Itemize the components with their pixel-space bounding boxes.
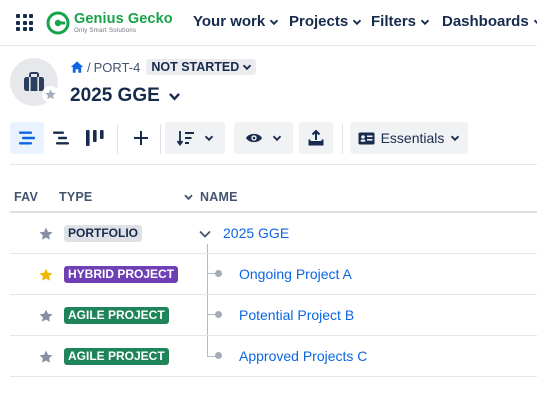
breadcrumb: / PORT-4 NOT STARTED [70, 58, 257, 76]
type-badge: HYBRID PROJECT [64, 266, 179, 283]
column-header-fav[interactable]: FAV [14, 190, 38, 204]
export-button[interactable] [299, 122, 333, 154]
chevron-down-icon [533, 19, 537, 24]
sort-button[interactable] [165, 122, 225, 154]
briefcase-icon [24, 72, 44, 91]
nav-filters[interactable]: Filters [371, 13, 430, 30]
page-title-text: 2025 GGE [70, 85, 160, 106]
type-badge: AGILE PROJECT [64, 307, 169, 324]
chevron-down-icon [272, 135, 282, 142]
favorite-star-button[interactable] [42, 86, 59, 103]
export-icon [308, 130, 324, 146]
column-header-type[interactable]: TYPE [59, 190, 92, 204]
essentials-dropdown[interactable]: Essentials [350, 122, 468, 154]
chevron-down-icon [353, 19, 362, 25]
row-divider [10, 376, 537, 377]
table-row[interactable]: HYBRID PROJECT Ongoing Project A [10, 254, 537, 295]
column-header-name[interactable]: NAME [183, 190, 238, 204]
breadcrumb-separator: / [87, 59, 91, 75]
row-name-link[interactable]: Approved Projects C [239, 348, 367, 364]
board-view-button[interactable] [78, 122, 112, 154]
column-header-name-label: NAME [200, 190, 238, 204]
brand-logo[interactable]: Genius Gecko Only Smart Solutions [46, 8, 196, 38]
chevron-down-icon [420, 19, 430, 25]
row-name-link[interactable]: Potential Project B [239, 307, 354, 323]
nav-projects-label: Projects [289, 13, 349, 30]
home-icon[interactable] [70, 60, 84, 74]
star-outline-icon [45, 89, 56, 100]
sort-icon [176, 131, 194, 146]
row-name-link[interactable]: Ongoing Project A [239, 266, 352, 282]
table-row[interactable]: AGILE PROJECT Approved Projects C [10, 336, 537, 377]
type-badge: AGILE PROJECT [64, 348, 169, 365]
board-view-icon [86, 130, 104, 146]
essentials-label: Essentials [380, 130, 445, 146]
star-icon[interactable] [38, 267, 54, 283]
toolbar-divider [117, 124, 118, 154]
star-icon[interactable] [38, 349, 54, 365]
tree-view-icon [53, 131, 69, 145]
table-row[interactable]: PORTFOLIO 2025 GGE [10, 213, 537, 254]
page-title[interactable]: 2025 GGE [70, 84, 181, 108]
app-grid-icon[interactable] [16, 14, 33, 31]
top-navigation: Genius Gecko Only Smart Solutions Your w… [0, 0, 537, 46]
toolbar-divider [160, 124, 161, 154]
brand-tagline: Only Smart Solutions [74, 28, 137, 35]
table-row[interactable]: AGILE PROJECT Potential Project B [10, 295, 537, 336]
chevron-down-icon [168, 92, 180, 101]
nav-dashboards[interactable]: Dashboards [442, 13, 537, 30]
row-name-link[interactable]: 2025 GGE [223, 225, 289, 241]
add-button[interactable] [124, 122, 158, 154]
list-view-icon [19, 131, 35, 145]
nav-your-work[interactable]: Your work [193, 13, 279, 30]
tree-view-button[interactable] [44, 122, 78, 154]
chevron-down-icon[interactable] [183, 192, 194, 202]
status-label: NOT STARTED [151, 60, 240, 74]
toolbar-divider-line [10, 164, 537, 165]
chevron-down-icon [270, 19, 279, 25]
list-view-button[interactable] [10, 122, 44, 154]
toolbar-divider [342, 124, 343, 154]
star-icon[interactable] [38, 308, 54, 324]
plus-icon [134, 131, 148, 145]
nav-filters-label: Filters [371, 13, 417, 30]
nav-your-work-label: Your work [193, 13, 266, 30]
brand-name: Genius Gecko [74, 10, 173, 27]
nav-projects[interactable]: Projects [289, 13, 362, 30]
chevron-down-icon [243, 64, 252, 71]
view-options-button[interactable] [234, 122, 293, 154]
id-card-icon [358, 132, 375, 144]
nav-dashboards-label: Dashboards [442, 13, 529, 30]
status-dropdown[interactable]: NOT STARTED [146, 59, 257, 75]
issue-key-link[interactable]: PORT-4 [94, 60, 141, 75]
star-icon[interactable] [38, 226, 54, 242]
gecko-logo-icon [46, 11, 70, 35]
eye-icon [246, 133, 262, 143]
chevron-down-icon [451, 135, 460, 142]
type-badge: PORTFOLIO [64, 225, 142, 242]
chevron-down-icon[interactable] [197, 226, 213, 242]
chevron-down-icon [204, 135, 213, 142]
